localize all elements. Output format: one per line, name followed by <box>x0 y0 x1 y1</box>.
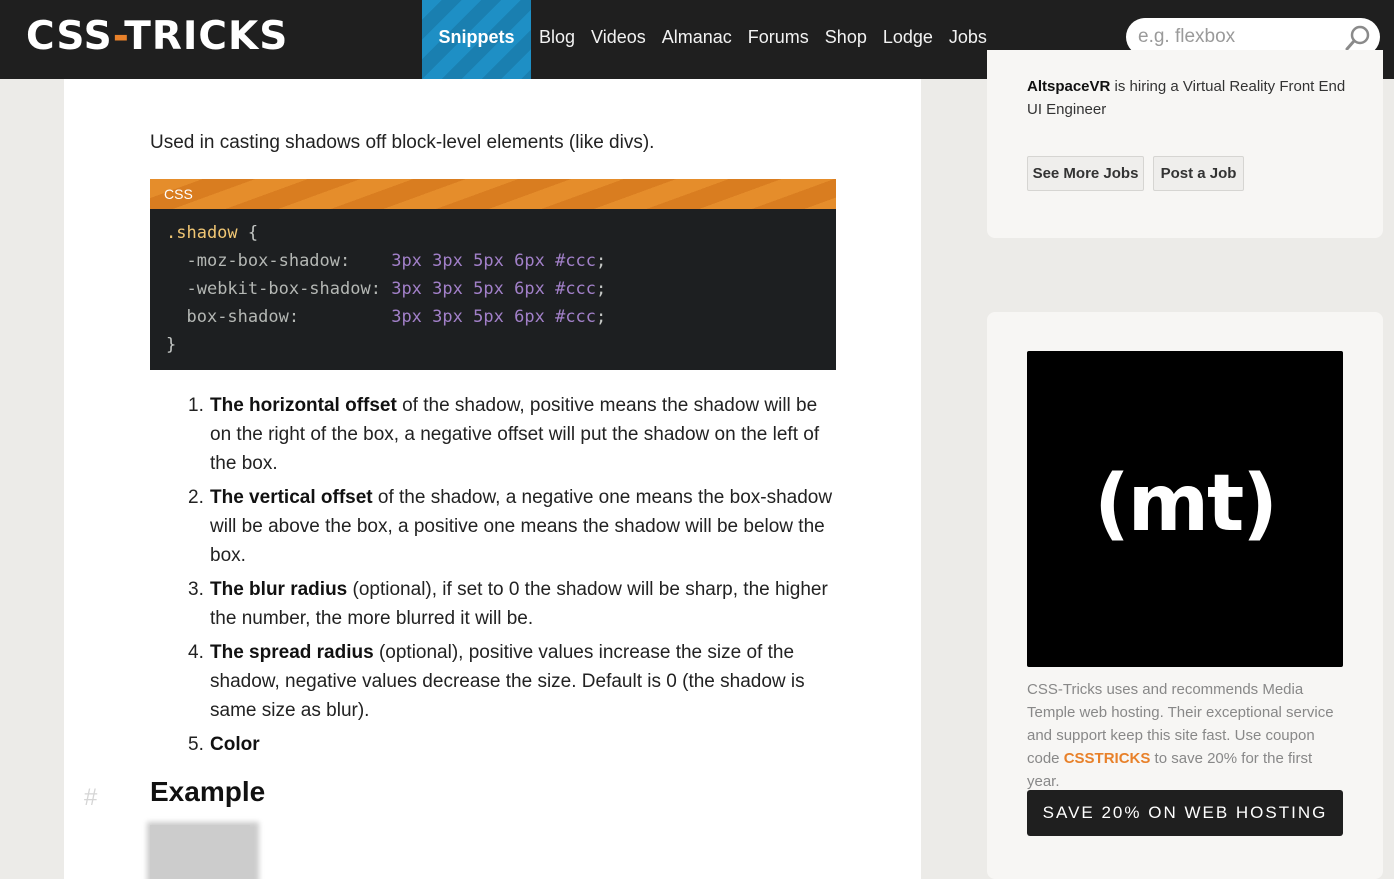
nav-forums[interactable]: Forums <box>740 0 817 79</box>
code-selector: .shadow <box>166 223 238 243</box>
step-term: The spread radius <box>210 642 374 663</box>
code-block: CSS .shadow { -moz-box-shadow: 3px 3px 5… <box>150 179 836 370</box>
list-item: 2. The vertical offset of the shadow, a n… <box>188 487 833 566</box>
nav-blog[interactable]: Blog <box>531 0 583 79</box>
code-language-label: CSS <box>150 179 836 209</box>
list-item: 1. The horizontal offset of the shadow, p… <box>188 395 820 474</box>
nav-lodge[interactable]: Lodge <box>875 0 941 79</box>
nav-snippets[interactable]: Snippets <box>422 0 531 79</box>
see-more-jobs-button[interactable]: See More Jobs <box>1027 156 1144 191</box>
job-listing[interactable]: AltspaceVR is hiring a Virtual Reality F… <box>1027 75 1357 121</box>
jobs-widget: AltspaceVR is hiring a Virtual Reality F… <box>987 50 1383 238</box>
ad-description: CSS-Tricks uses and recommends Media Tem… <box>1027 681 1334 790</box>
list-item: 4. The spread radius (optional), positive… <box>188 642 805 721</box>
list-item: 3. The blur radius (optional), if set to … <box>188 579 828 629</box>
code-value: 3px <box>391 251 422 271</box>
logo-dash: - <box>112 14 125 59</box>
job-company: AltspaceVR <box>1027 78 1111 95</box>
search-input[interactable] <box>1138 23 1338 51</box>
example-heading: Example <box>150 776 266 807</box>
shadow-parameters-list: 1. The horizontal offset of the shadow, p… <box>188 391 838 764</box>
shadow-example-box <box>150 825 250 879</box>
logo-left: CSS <box>26 14 113 59</box>
main-nav: Snippets Blog Videos Almanac Forums Shop… <box>422 0 995 79</box>
code-prop: -webkit-box-shadow: <box>186 279 381 299</box>
media-temple-logo[interactable]: (mt) <box>1027 351 1343 667</box>
code-open-brace: { <box>247 223 259 243</box>
code-content[interactable]: .shadow { -moz-box-shadow: 3px 3px 5px 6… <box>150 209 836 369</box>
post-a-job-button[interactable]: Post a Job <box>1153 156 1244 191</box>
list-item: 5. Color <box>188 734 260 755</box>
coupon-code: CSSTRICKS <box>1063 750 1151 767</box>
nav-shop[interactable]: Shop <box>817 0 875 79</box>
step-term: Color <box>210 734 260 755</box>
step-term: The vertical offset <box>210 487 373 508</box>
hosting-ad: (mt) CSS-Tricks uses and recommends Medi… <box>987 312 1383 879</box>
logo-right: TRICKS <box>124 14 289 59</box>
step-term: The blur radius <box>210 579 348 600</box>
code-prop: box-shadow: <box>186 307 300 327</box>
snippet-intro: Used in casting shadows off block-level … <box>150 132 655 153</box>
code-prop: -moz-box-shadow: <box>186 251 351 271</box>
step-term: The horizontal offset <box>210 395 397 416</box>
article-panel: Used in casting shadows off block-level … <box>64 79 921 879</box>
search-icon[interactable] <box>1344 24 1372 52</box>
ad-logo-text: (mt) <box>1094 459 1278 549</box>
example-anchor-link[interactable]: # <box>84 784 97 812</box>
nav-almanac[interactable]: Almanac <box>654 0 740 79</box>
nav-videos[interactable]: Videos <box>583 0 654 79</box>
save-on-hosting-button[interactable]: SAVE 20% ON WEB HOSTING <box>1027 790 1343 836</box>
code-value: 3px <box>391 307 422 327</box>
code-value: 3px <box>391 279 422 299</box>
code-close-brace: } <box>166 335 177 355</box>
site-logo[interactable]: CSS-TRICKS <box>26 14 288 59</box>
